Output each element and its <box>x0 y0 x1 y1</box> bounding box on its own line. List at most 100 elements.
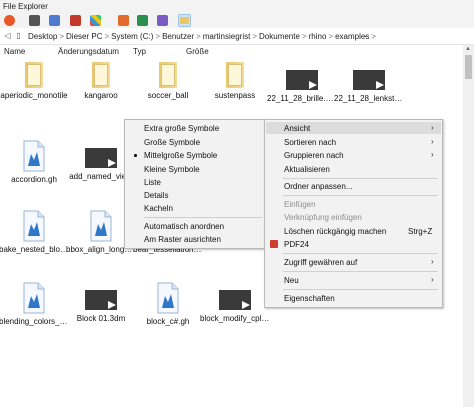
menu-item-medium-icons[interactable]: Mittelgroße Symbole <box>144 151 217 160</box>
submenu-arrow-icon: › <box>431 137 434 146</box>
image-icon[interactable] <box>157 15 168 26</box>
column-headers: Name Änderungsdatum Typ Größe <box>0 45 463 59</box>
menu-item-list[interactable]: Liste <box>144 178 161 187</box>
view-submenu: Extra große Symbole Große Symbole Mittel… <box>124 119 267 249</box>
color-grid-icon[interactable] <box>70 15 81 26</box>
menu-separator <box>144 217 262 218</box>
column-size[interactable]: Größe <box>186 47 209 56</box>
context-menu: Ansicht › Sortieren nach › Gruppieren na… <box>264 119 443 308</box>
file-name: soccer_ball <box>147 91 189 100</box>
column-name[interactable]: Name <box>4 47 25 56</box>
crumb-rhino[interactable]: rhino <box>309 32 327 41</box>
rhino-thumbnail-icon <box>85 148 117 168</box>
crumb-system-c[interactable]: System (C:) <box>111 32 153 41</box>
crumb-separator: > <box>252 31 258 41</box>
firefox-icon[interactable] <box>4 15 15 26</box>
crumb-dokumente[interactable]: Dokumente <box>259 32 300 41</box>
folder-glyph <box>180 17 189 24</box>
file-name: bake_nested_block... <box>0 245 69 254</box>
address-folder-icon: ▯ <box>16 31 21 40</box>
file-item[interactable]: soccer_ball <box>133 62 203 100</box>
menu-item-large-icons[interactable]: Große Symbole <box>144 138 200 147</box>
menu-item-group-by[interactable]: Gruppieren nach <box>284 151 344 160</box>
file-item[interactable]: 22_11_28_lenkstan... <box>334 62 404 103</box>
crumb-separator: > <box>104 31 110 41</box>
menu-item-refresh[interactable]: Aktualisieren <box>284 165 330 174</box>
menu-item-undo-delete[interactable]: Löschen rückgängig machen <box>284 227 386 236</box>
scroll-up-icon[interactable]: ▲ <box>465 46 471 52</box>
folder-icon[interactable] <box>178 14 191 27</box>
column-type[interactable]: Typ <box>133 47 146 56</box>
camera-icon[interactable] <box>29 15 40 26</box>
menu-item-paste-shortcut[interactable]: Verknüpfung einfügen <box>284 213 362 222</box>
menu-item-auto-arrange[interactable]: Automatisch anordnen <box>144 222 224 231</box>
crumb-separator: > <box>196 31 201 41</box>
menu-item-properties[interactable]: Eigenschaften <box>284 294 335 303</box>
file-item[interactable]: sustenpass <box>200 62 270 100</box>
submenu-arrow-icon: › <box>431 123 434 132</box>
submenu-arrow-icon: › <box>431 257 434 266</box>
menu-separator <box>283 195 438 196</box>
menu-item-details[interactable]: Details <box>144 191 168 200</box>
back-icon[interactable]: ◁ <box>3 31 12 40</box>
flag-icon[interactable] <box>90 15 101 26</box>
crumb-desktop[interactable]: Desktop <box>28 32 57 41</box>
column-modified[interactable]: Änderungsdatum <box>58 47 119 56</box>
menu-item-pdf24[interactable]: PDF24 <box>284 240 309 249</box>
menu-item-view[interactable]: Ansicht <box>266 122 441 134</box>
rhino-thumbnail-icon <box>85 290 117 310</box>
title-bar: File Explorer <box>0 0 474 13</box>
bell-icon[interactable] <box>118 15 129 26</box>
menu-item-sort-by[interactable]: Sortieren nach <box>284 138 336 147</box>
folder-icon <box>25 62 43 88</box>
grasshopper-file-icon <box>156 282 180 314</box>
vertical-scrollbar[interactable]: ▲ <box>463 45 474 407</box>
menu-item-extra-large-icons[interactable]: Extra große Symbole <box>144 124 219 133</box>
file-name: block_c#.gh <box>146 317 190 326</box>
crumb-separator: > <box>155 31 161 41</box>
crumb-separator: > <box>328 31 334 41</box>
crumb-separator: > <box>301 31 307 41</box>
selected-bullet-icon <box>134 154 137 157</box>
menu-item-give-access[interactable]: Zugriff gewähren auf <box>284 258 357 267</box>
menu-separator <box>283 271 438 272</box>
file-name: accordion.gh <box>11 175 57 184</box>
crumb-this-pc[interactable]: Dieser PC <box>66 32 102 41</box>
address-bar[interactable]: ◁ ▯ Desktop > Dieser PC > System (C:) > … <box>0 28 474 45</box>
file-item[interactable]: Block 01.3dm <box>66 282 136 323</box>
file-item[interactable]: blending_colors_p... <box>0 282 69 326</box>
file-item[interactable]: aperiodic_monotile <box>0 62 69 100</box>
menu-separator <box>283 178 438 179</box>
submenu-arrow-icon: › <box>431 275 434 284</box>
file-item[interactable]: block_c#.gh <box>133 282 203 326</box>
rhino-thumbnail-icon <box>353 70 385 90</box>
quick-access-toolbar <box>0 13 474 28</box>
breadcrumb[interactable]: Desktop > Dieser PC > System (C:) > Benu… <box>28 30 378 42</box>
rhino-thumbnail-icon <box>286 70 318 90</box>
settings-icon[interactable] <box>49 15 60 26</box>
grasshopper-file-icon <box>22 140 46 172</box>
file-item[interactable]: bake_nested_block... <box>0 210 69 254</box>
crumb-benutzer[interactable]: Benutzer <box>162 32 194 41</box>
window-title: File Explorer <box>3 2 48 11</box>
grasshopper-file-icon <box>22 282 46 314</box>
scrollbar-thumb[interactable] <box>465 55 472 79</box>
menu-item-small-icons[interactable]: Kleine Symbole <box>144 165 200 174</box>
crumb-user[interactable]: martinsiegrist <box>203 32 251 41</box>
menu-item-new[interactable]: Neu <box>284 276 299 285</box>
file-item[interactable]: accordion.gh <box>0 140 69 184</box>
menu-item-align-to-grid[interactable]: Am Raster ausrichten <box>144 235 221 244</box>
menu-item-customize-folder[interactable]: Ordner anpassen... <box>284 182 352 191</box>
menu-item-paste[interactable]: Einfügen <box>284 200 316 209</box>
address-dropdown-icon[interactable]: ⌄ <box>362 30 369 39</box>
lock-icon[interactable] <box>137 15 148 26</box>
file-item[interactable]: 22_11_28_brille.3dm <box>267 62 337 103</box>
menu-item-tiles[interactable]: Kacheln <box>144 204 173 213</box>
folder-icon <box>159 62 177 88</box>
pdf24-icon <box>270 240 278 248</box>
file-name: kangaroo <box>84 91 118 100</box>
folder-icon <box>92 62 110 88</box>
file-item[interactable]: kangaroo <box>66 62 136 100</box>
rhino-thumbnail-icon <box>219 290 251 310</box>
file-item[interactable]: block_modify_cpla... <box>200 282 270 323</box>
